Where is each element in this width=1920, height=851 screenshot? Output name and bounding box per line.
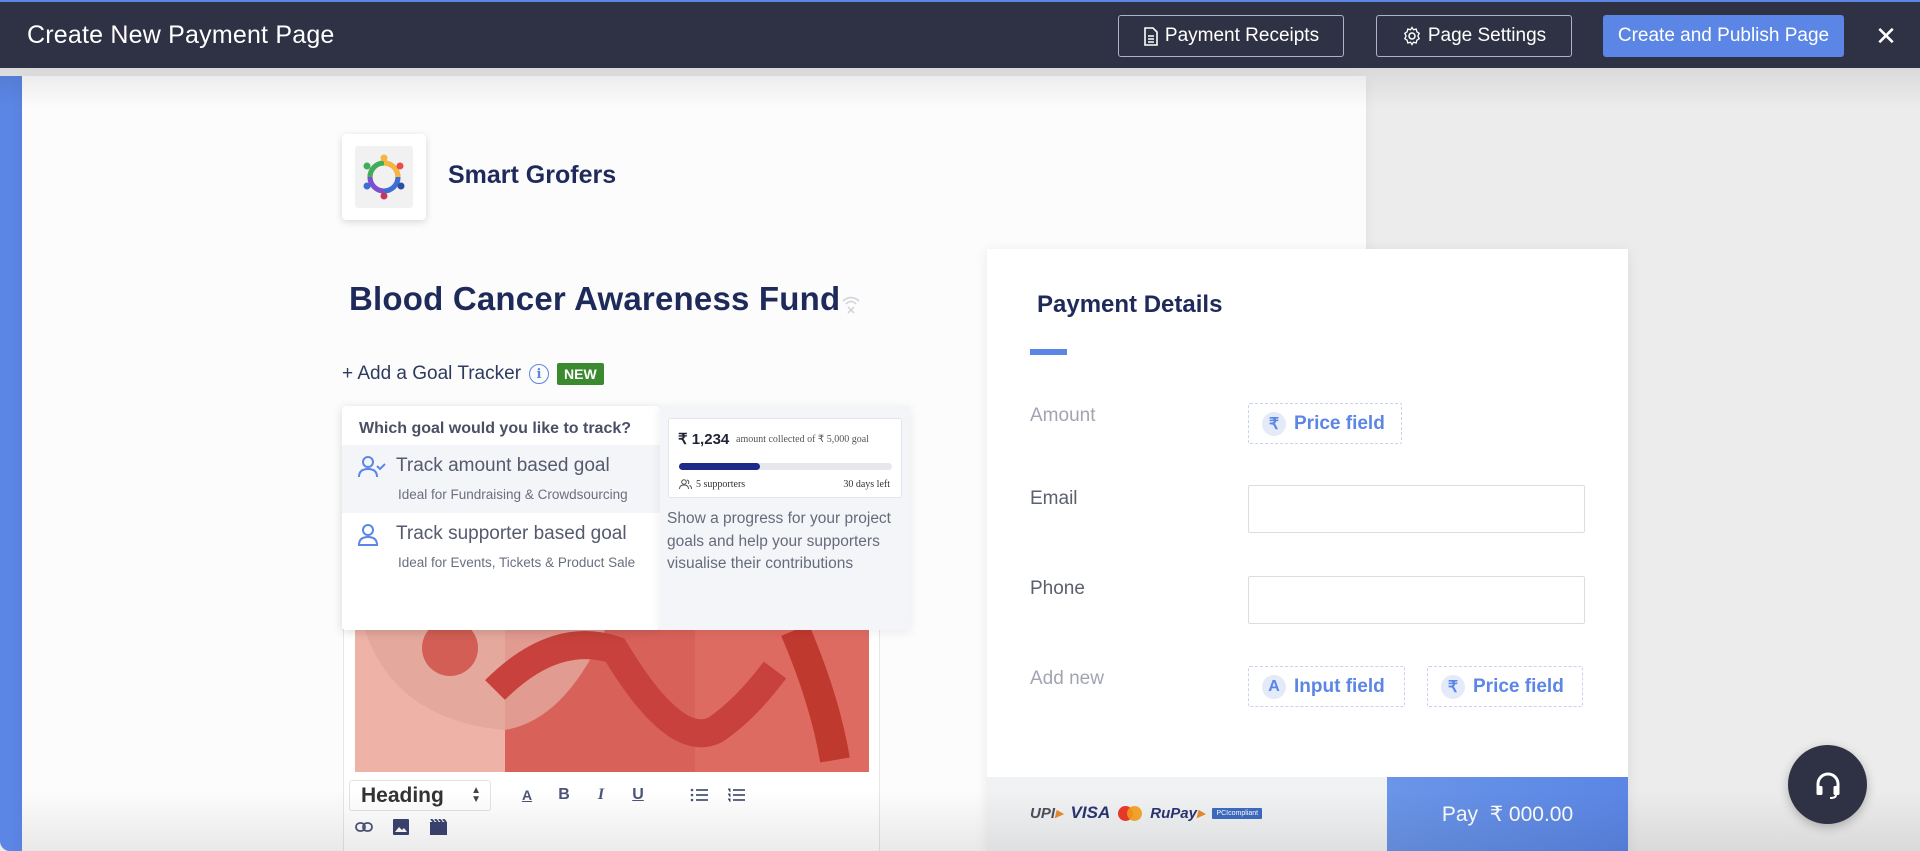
pay-button-label: Pay ₹ 000.00: [1441, 802, 1574, 826]
bold-icon[interactable]: B: [553, 784, 575, 806]
preview-amount: ₹ 1,234: [678, 431, 730, 448]
upi-logo: UPI▸: [1030, 805, 1063, 822]
brand-logo[interactable]: [342, 134, 426, 220]
goal-question: Which goal would you like to track?: [359, 420, 632, 437]
underline-icon[interactable]: U: [627, 784, 649, 806]
left-accent-bar: [0, 76, 22, 851]
community-circle-icon: [363, 154, 405, 200]
block-type-value: Heading: [361, 783, 444, 807]
payment-details-panel: Payment Details Amount ₹ Price field Ema…: [987, 249, 1628, 851]
phone-label: Phone: [1030, 578, 1085, 599]
preview-progress-bar: [679, 463, 892, 470]
payment-receipts-button[interactable]: Payment Receipts: [1118, 15, 1344, 57]
goal-type-popup: Which goal would you like to track? Trac…: [342, 406, 660, 630]
payment-footer: UPI▸ VISA RuPay▸ PCIcompliant Pay ₹ 000.…: [987, 777, 1628, 851]
image-icon[interactable]: [390, 816, 412, 838]
window-title: Create New Payment Page: [27, 21, 335, 49]
add-price-field-button[interactable]: ₹ Price field: [1427, 666, 1583, 707]
preview-days-left: 30 days left: [843, 479, 890, 490]
add-input-field-button[interactable]: A Input field: [1248, 666, 1405, 707]
page-title[interactable]: Blood Cancer Awareness Fund: [349, 280, 840, 318]
email-label: Email: [1030, 488, 1078, 509]
pci-compliant-logo: PCIcompliant: [1212, 807, 1263, 819]
goal-option-subtitle: Ideal for Events, Tickets & Product Sale: [398, 555, 636, 570]
select-arrows-icon: ▲ ▼: [471, 785, 481, 805]
gear-icon: [1403, 26, 1420, 46]
goal-preview-description: Show a progress for your project goals a…: [667, 510, 891, 572]
price-field-label: Price field: [1473, 675, 1564, 697]
preview-supporters: 5 supporters: [679, 479, 745, 490]
goal-option-subtitle: Ideal for Fundraising & Crowdsourcing: [398, 487, 628, 502]
wifi-off-icon: [842, 296, 860, 314]
user-icon: [358, 524, 379, 546]
goal-option-title: Track amount based goal: [396, 455, 610, 476]
info-icon[interactable]: i: [529, 364, 550, 384]
italic-icon[interactable]: I: [590, 784, 612, 806]
text-a-icon: A: [1262, 674, 1286, 699]
video-icon[interactable]: [427, 816, 449, 838]
page-settings-button[interactable]: Page Settings: [1376, 15, 1572, 57]
preview-supporters-text: 5 supporters: [696, 479, 746, 490]
payment-receipts-label: Payment Receipts: [1164, 25, 1320, 46]
cover-image[interactable]: [355, 630, 869, 772]
rupay-logo: RuPay▸: [1150, 805, 1205, 822]
goal-option-title: Track supporter based goal: [396, 523, 627, 544]
payment-details-title: Payment Details: [1037, 291, 1223, 318]
goal-option-supporter[interactable]: Track supporter based goal Ideal for Eve…: [342, 513, 660, 581]
headset-icon: [1816, 772, 1839, 799]
preview-amount-caption: amount collected of ₹ 5,000 goal: [736, 434, 869, 445]
goal-option-amount[interactable]: Track amount based goal Ideal for Fundra…: [342, 445, 660, 513]
users-icon: [679, 479, 692, 490]
phone-field[interactable]: [1248, 576, 1585, 624]
block-type-select[interactable]: Heading ▲ ▼: [349, 780, 491, 811]
input-field-label: Input field: [1294, 675, 1385, 697]
link-icon[interactable]: [353, 816, 375, 838]
new-badge: NEW: [557, 363, 604, 385]
amount-label: Amount: [1030, 405, 1096, 426]
bullet-list-icon[interactable]: [688, 784, 710, 806]
ribbon-illustration: [355, 630, 869, 772]
add-goal-tracker-label: + Add a Goal Tracker: [342, 363, 522, 384]
support-chat-button[interactable]: [1788, 745, 1867, 824]
goal-preview-card: ₹ 1,234 amount collected of ₹ 5,000 goal…: [668, 418, 902, 498]
close-icon[interactable]: ✕: [1872, 21, 1900, 51]
add-goal-tracker-link[interactable]: + Add a Goal Tracker i NEW: [342, 363, 604, 385]
page-settings-label: Page Settings: [1427, 25, 1547, 46]
add-new-label: Add new: [1030, 668, 1104, 689]
mastercard-logo: [1118, 805, 1143, 821]
text-color-icon[interactable]: A: [516, 784, 538, 806]
editor-toolbar: Heading ▲ ▼ A B I U: [349, 780, 879, 851]
brand-name[interactable]: Smart Grofers: [448, 161, 616, 190]
rupee-icon: ₹: [1441, 674, 1465, 699]
user-check-icon: [358, 456, 386, 478]
title-underline: [1030, 349, 1067, 355]
numbered-list-icon[interactable]: [725, 784, 747, 806]
pay-button[interactable]: Pay ₹ 000.00: [1387, 777, 1628, 851]
create-publish-button[interactable]: Create and Publish Page: [1603, 15, 1844, 57]
amount-price-field-button[interactable]: ₹ Price field: [1248, 403, 1402, 444]
visa-logo: VISA: [1070, 803, 1111, 822]
document-icon: [1144, 26, 1158, 46]
email-field[interactable]: [1248, 485, 1585, 533]
goal-preview-panel: ₹ 1,234 amount collected of ₹ 5,000 goal…: [660, 406, 910, 630]
rupee-icon: ₹: [1262, 411, 1286, 436]
top-bar: Create New Payment Page Payment Receipts…: [0, 0, 1920, 68]
payment-method-logos: UPI▸ VISA RuPay▸ PCIcompliant: [1030, 803, 1263, 823]
price-field-label: Price field: [1294, 412, 1385, 434]
logo-image: [355, 146, 413, 208]
preview-progress-fill: [679, 463, 760, 470]
